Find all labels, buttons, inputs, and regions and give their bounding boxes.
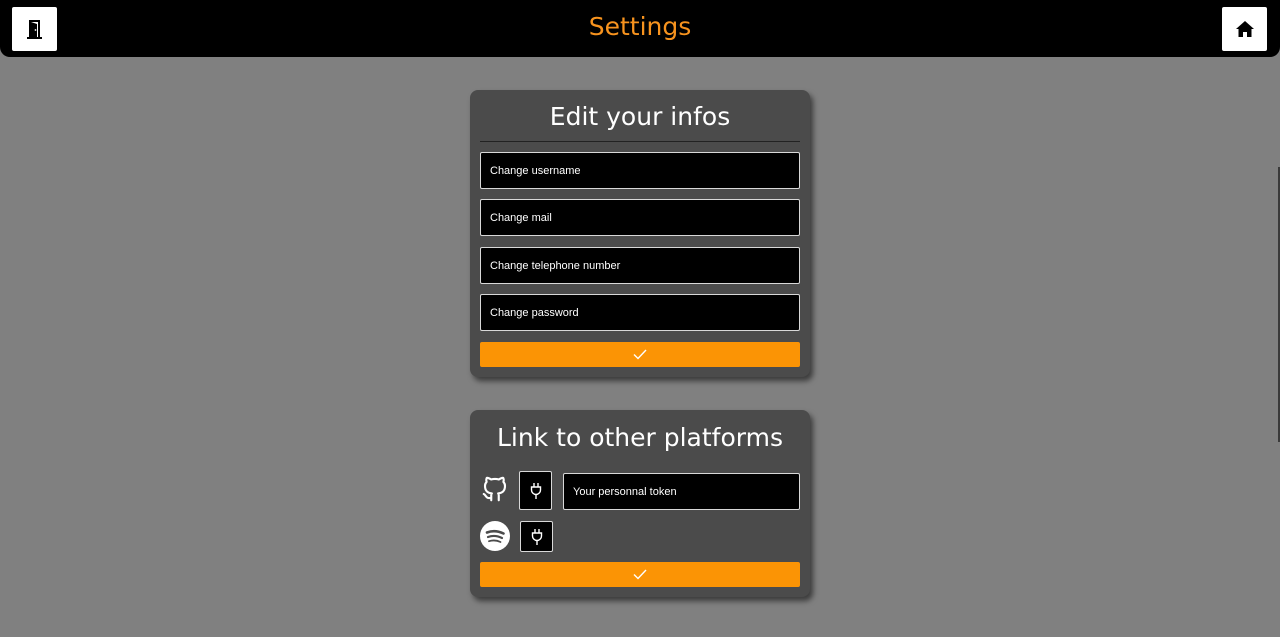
home-icon <box>1235 21 1254 37</box>
password-field[interactable] <box>480 294 800 331</box>
save-infos-button[interactable] <box>480 342 800 367</box>
checkmark-icon <box>633 569 647 580</box>
home-button[interactable] <box>1222 7 1267 51</box>
save-platforms-button[interactable] <box>480 562 800 587</box>
email-field[interactable] <box>480 199 800 236</box>
github-token-field[interactable] <box>563 473 800 510</box>
divider <box>480 141 800 142</box>
plug-icon <box>531 528 542 545</box>
platforms-card: Link to other platforms <box>470 410 810 597</box>
top-bar: Settings <box>0 0 1280 57</box>
telephone-field[interactable] <box>480 247 800 284</box>
page-title: Settings <box>588 12 692 41</box>
edit-infos-card: Edit your infos <box>470 90 810 377</box>
github-connect-button[interactable] <box>519 471 552 510</box>
github-icon <box>480 474 510 504</box>
edit-infos-title: Edit your infos <box>549 102 731 131</box>
checkmark-icon <box>633 349 647 360</box>
plug-icon <box>530 482 541 499</box>
username-field[interactable] <box>480 152 800 189</box>
platforms-title: Link to other platforms <box>497 423 783 452</box>
spotify-connect-button[interactable] <box>520 521 553 552</box>
spotify-icon <box>480 521 510 551</box>
